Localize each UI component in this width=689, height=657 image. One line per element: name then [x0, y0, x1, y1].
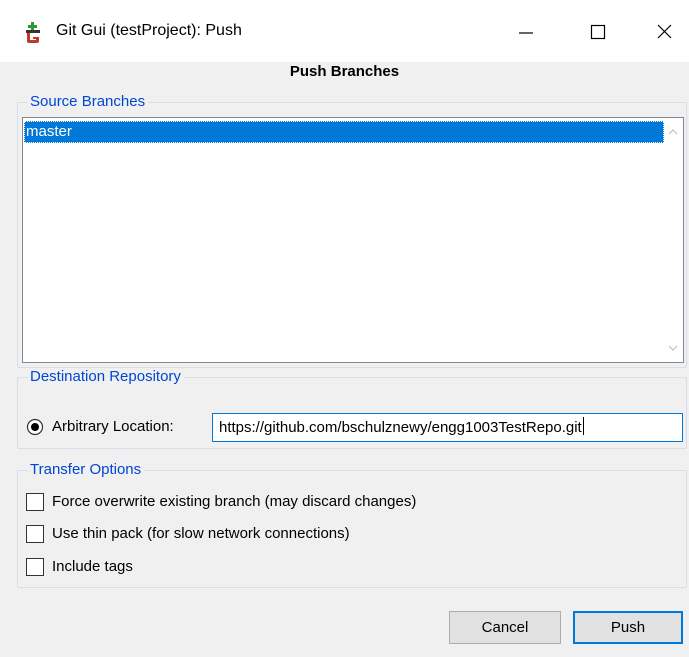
arbitrary-location-radio[interactable] [26, 418, 44, 436]
force-overwrite-label[interactable]: Force overwrite existing branch (may dis… [52, 492, 416, 512]
thin-pack-label[interactable]: Use thin pack (for slow network connecti… [52, 524, 350, 544]
push-button[interactable]: Push [573, 611, 683, 644]
source-branches-list[interactable]: master [22, 117, 684, 363]
text-caret [582, 417, 584, 435]
transfer-options-label: Transfer Options [28, 461, 145, 479]
push-dialog: Git Gui (testProject): Push Push Branche… [0, 0, 689, 657]
title-bar[interactable]: Git Gui (testProject): Push [0, 0, 689, 62]
scroll-up-icon[interactable] [665, 124, 681, 140]
source-branches-label: Source Branches [28, 93, 149, 111]
repository-url-value: https://github.com/bschulznewy/engg1003T… [219, 419, 582, 436]
thin-pack-checkbox[interactable] [26, 525, 44, 543]
minimize-button[interactable] [505, 14, 545, 50]
include-tags-label[interactable]: Include tags [52, 557, 133, 577]
close-icon [657, 24, 672, 39]
branch-item-master[interactable]: master [24, 121, 664, 143]
window-title: Git Gui (testProject): Push [56, 22, 242, 39]
git-gui-icon [26, 22, 40, 43]
maximize-icon [590, 24, 606, 40]
maximize-button[interactable] [578, 14, 618, 50]
dialog-heading: Push Branches [289, 63, 400, 80]
minimize-icon [519, 32, 533, 34]
close-button[interactable] [646, 14, 686, 50]
cancel-button[interactable]: Cancel [449, 611, 561, 644]
force-overwrite-checkbox[interactable] [26, 493, 44, 511]
repository-url-input[interactable]: https://github.com/bschulznewy/engg1003T… [212, 413, 683, 442]
arbitrary-location-label[interactable]: Arbitrary Location: [52, 417, 174, 437]
scroll-down-icon[interactable] [665, 340, 681, 356]
destination-repository-label: Destination Repository [28, 368, 184, 386]
include-tags-checkbox[interactable] [26, 558, 44, 576]
